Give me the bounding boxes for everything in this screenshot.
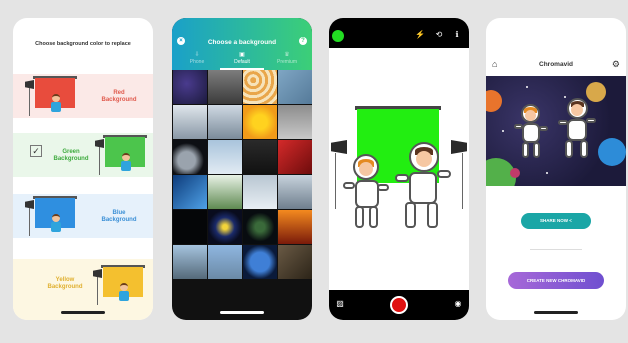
video-preview[interactable] (486, 76, 626, 186)
settings-icon[interactable]: ⚙ (612, 59, 620, 69)
astronaut-right (558, 98, 602, 168)
help-icon[interactable]: ? (299, 37, 307, 45)
gallery-icon: ▣ (239, 52, 245, 58)
background-thumbnail[interactable] (208, 210, 242, 244)
background-thumbnail[interactable] (278, 105, 312, 139)
switch-camera-icon[interactable]: ⟲ (434, 30, 444, 40)
info-icon[interactable]: ℹ (452, 30, 462, 40)
background-thumbnail[interactable] (208, 245, 242, 279)
color-picker-button[interactable] (332, 30, 344, 42)
home-indicator (61, 311, 105, 314)
camera-top-bar (329, 18, 469, 48)
option-label: Red Background (101, 90, 137, 103)
background-thumbnail[interactable] (278, 70, 312, 104)
phone-screen-chromavid-home: ⌂ Chromavid ⚙ SHARE NOW < CREATE NEW CHR… (486, 18, 626, 320)
record-button[interactable] (390, 296, 408, 314)
page-title: Choose a background (207, 39, 277, 46)
astronaut-right (395, 142, 459, 242)
background-thumbnail[interactable] (173, 175, 207, 209)
tab-phone[interactable]: ⇩ Phone (174, 51, 220, 65)
gallery-icon[interactable]: ▨ (335, 299, 345, 309)
lamp-stand (462, 153, 463, 209)
background-thumbnail[interactable] (208, 175, 242, 209)
page-title: Choose background color to replace (35, 41, 131, 47)
background-thumbnail[interactable] (278, 210, 312, 244)
phone-screen-background-color: Choose background color to replace Red Ba… (13, 18, 153, 320)
background-thumbnail[interactable] (173, 210, 207, 244)
selected-checkbox[interactable]: ✓ (30, 145, 42, 157)
background-thumbnail[interactable] (278, 140, 312, 174)
flash-off-icon[interactable]: ⚡ (415, 30, 425, 40)
phone-screen-choose-background: × Choose a background ? ⇩ Phone ▣ Defaul… (172, 18, 312, 320)
astronaut-left (343, 154, 399, 240)
crown-icon: ♛ (284, 52, 290, 58)
background-thumbnail[interactable] (243, 140, 277, 174)
tab-premium[interactable]: ♛ Premium (264, 51, 310, 65)
background-thumbnail[interactable] (243, 175, 277, 209)
share-now-button[interactable]: SHARE NOW < (521, 213, 591, 229)
background-thumbnail[interactable] (278, 245, 312, 279)
page-title: Chromavid (539, 61, 573, 68)
option-red-background[interactable]: Red Background (13, 74, 153, 118)
background-thumbnail[interactable] (173, 140, 207, 174)
camera-icon[interactable]: ◉ (453, 299, 463, 309)
home-indicator (534, 311, 578, 314)
blue-studio-illustration (21, 194, 79, 238)
option-label: Yellow Background (47, 277, 83, 290)
background-thumbnail[interactable] (243, 105, 277, 139)
tab-default[interactable]: ▣ Default (219, 51, 265, 65)
lamp-stand (335, 153, 336, 209)
green-studio-illustration (91, 133, 149, 177)
option-label: Green Background (53, 149, 89, 162)
background-thumbnail[interactable] (243, 245, 277, 279)
background-thumbnail[interactable] (243, 70, 277, 104)
background-thumbnail[interactable] (243, 210, 277, 244)
background-thumbnail[interactable] (208, 140, 242, 174)
yellow-studio-illustration (89, 263, 147, 307)
background-grid (172, 70, 312, 279)
background-thumbnail[interactable] (278, 175, 312, 209)
background-thumbnail[interactable] (173, 70, 207, 104)
background-thumbnail[interactable] (208, 70, 242, 104)
phone-icon: ⇩ (194, 52, 200, 58)
divider (530, 249, 582, 250)
create-new-chromavid-button[interactable]: CREATE NEW CHROMAVID (508, 272, 604, 289)
option-blue-background[interactable]: Blue Background (13, 194, 153, 238)
phone-screen-camera: ⚡ ⟲ ℹ ▨ ◉ (329, 18, 469, 320)
background-thumbnail[interactable] (173, 105, 207, 139)
home-indicator (220, 311, 264, 314)
option-label: Blue Background (101, 210, 137, 223)
red-studio-illustration (21, 74, 79, 118)
background-thumbnail[interactable] (208, 105, 242, 139)
studio-lamp-left (331, 140, 347, 154)
background-thumbnail[interactable] (173, 245, 207, 279)
astronaut-left (514, 104, 554, 166)
